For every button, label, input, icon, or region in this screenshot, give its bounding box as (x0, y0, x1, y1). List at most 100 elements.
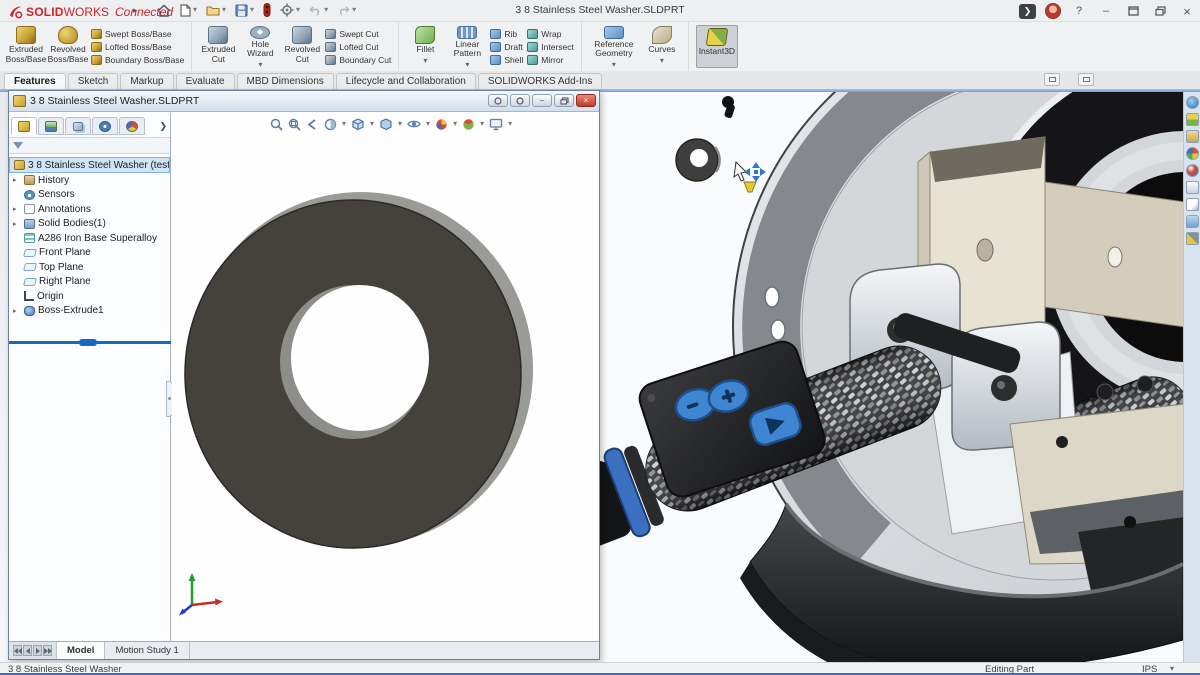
rollback-bar[interactable] (9, 341, 171, 344)
markup-tools-icon[interactable] (1186, 232, 1199, 245)
linear-pattern-button[interactable]: Linear Pattern▾ (446, 24, 488, 69)
menu-expand-arrow[interactable]: ▸ (133, 5, 138, 16)
tree-item-front-plane[interactable]: Front Plane (9, 246, 170, 261)
fillet-button[interactable]: Fillet▾ (404, 24, 446, 69)
new-document-button[interactable]: ▾ (178, 3, 199, 18)
prev-tab-button[interactable] (23, 645, 32, 656)
next-tab-button[interactable] (33, 645, 42, 656)
swept-cut-button[interactable]: Swept Cut (325, 27, 391, 40)
forum-icon[interactable] (1186, 215, 1199, 228)
panel-expand-arrow[interactable]: ❯ (159, 121, 167, 132)
tree-item-sensors[interactable]: Sensors (9, 188, 170, 203)
tab-features[interactable]: Features (4, 73, 66, 89)
tree-item-history[interactable]: ▸History (9, 173, 170, 188)
shell-button[interactable]: Shell (490, 53, 523, 66)
document-preview-icon[interactable] (1186, 198, 1199, 211)
doc-restore-button[interactable] (554, 94, 574, 107)
scenes-icon[interactable] (1186, 164, 1199, 177)
ribbon-option-button-2[interactable] (1078, 73, 1094, 86)
appearances-icon[interactable] (1186, 147, 1199, 160)
tab-markup[interactable]: Markup (120, 73, 173, 89)
lofted-boss-base-button[interactable]: Lofted Boss/Base (91, 40, 184, 53)
open-caret[interactable]: ▾ (222, 6, 226, 14)
tree-filter-row[interactable] (9, 137, 170, 154)
doc-prev-window-button[interactable] (488, 94, 508, 107)
lifecycle-status-button[interactable] (261, 2, 273, 18)
doc-minimize-button[interactable]: – (532, 94, 552, 107)
dimxpertmanager-tab[interactable] (92, 117, 118, 135)
expander-icon[interactable]: ▸ (13, 176, 21, 184)
doc-close-button[interactable]: × (576, 94, 596, 107)
extruded-cut-button[interactable]: Extruded Cut (197, 24, 239, 69)
new-document-caret[interactable]: ▾ (193, 6, 197, 14)
model-tab[interactable]: Model (57, 642, 105, 659)
reference-geometry-button[interactable]: Reference Geometry▾ (587, 24, 641, 69)
tree-item-top-plane[interactable]: Top Plane (9, 260, 170, 275)
tree-item-origin[interactable]: Origin (9, 289, 170, 304)
design-library-icon[interactable] (1186, 113, 1199, 126)
propertymanager-tab[interactable] (38, 117, 64, 135)
redo-button[interactable]: ▾ (335, 4, 358, 17)
linear-pattern-caret[interactable]: ▾ (465, 60, 469, 69)
configurationmanager-tab[interactable] (65, 117, 91, 135)
lofted-cut-button[interactable]: Lofted Cut (325, 40, 391, 53)
help-button[interactable]: ? (1070, 3, 1088, 19)
last-tab-button[interactable] (43, 645, 52, 656)
ribbon-option-button-1[interactable] (1044, 73, 1060, 86)
close-button[interactable]: × (1178, 3, 1196, 19)
doc-next-window-button[interactable] (510, 94, 530, 107)
tree-item-annotations[interactable]: ▸Annotations (9, 202, 170, 217)
mirror-button[interactable]: Mirror (527, 53, 574, 66)
expander-icon[interactable]: ▸ (13, 307, 21, 315)
extruded-boss-base-button[interactable]: Extruded Boss/Base (5, 24, 47, 69)
draft-button[interactable]: Draft (490, 40, 523, 53)
washer-model[interactable] (172, 113, 599, 641)
maximize-button[interactable] (1124, 3, 1142, 19)
tree-root-item[interactable]: 3 8 Stainless Steel Washer (test washer) (9, 157, 170, 173)
restore-button[interactable] (1151, 3, 1169, 19)
motion-study-tab[interactable]: Motion Study 1 (105, 642, 189, 659)
file-explorer-icon[interactable] (1186, 130, 1199, 143)
save-caret[interactable]: ▾ (250, 6, 254, 14)
options-button[interactable]: ▾ (278, 2, 302, 18)
tree-item-right-plane[interactable]: Right Plane (9, 275, 170, 290)
tab-mbd-dimensions[interactable]: MBD Dimensions (237, 73, 334, 89)
curves-caret[interactable]: ▾ (660, 56, 664, 65)
status-units-caret[interactable]: ▾ (1170, 664, 1174, 673)
revolved-cut-button[interactable]: Revolved Cut (281, 24, 323, 69)
expander-icon[interactable]: ▸ (13, 205, 21, 213)
featuremanager-tab[interactable] (11, 117, 37, 135)
minimize-button[interactable]: – (1097, 3, 1115, 19)
tree-item-boss-extrude1[interactable]: ▸Boss-Extrude1 (9, 304, 170, 319)
tab-evaluate[interactable]: Evaluate (176, 73, 235, 89)
open-button[interactable]: ▾ (204, 3, 228, 17)
tree-item-material[interactable]: A286 Iron Base Superalloy (9, 231, 170, 246)
options-caret[interactable]: ▾ (296, 6, 300, 14)
save-button[interactable]: ▾ (233, 3, 256, 18)
custom-properties-icon[interactable] (1186, 181, 1199, 194)
fillet-caret[interactable]: ▾ (423, 56, 427, 65)
boundary-cut-button[interactable]: Boundary Cut (325, 53, 391, 66)
3dexperience-icon[interactable] (1186, 96, 1199, 109)
hole-wizard-button[interactable]: Hole Wizard▾ (239, 24, 281, 69)
redo-caret[interactable]: ▾ (352, 6, 356, 14)
model-viewport[interactable]: ▾ ▾ ▾ ▾ ▾ ▾ ▾ (172, 113, 599, 641)
curves-button[interactable]: Curves▾ (641, 24, 683, 69)
tab-navigation-buttons[interactable] (9, 642, 57, 659)
user-avatar[interactable] (1045, 3, 1061, 19)
swept-boss-base-button[interactable]: Swept Boss/Base (91, 27, 184, 40)
rib-button[interactable]: Rib (490, 27, 523, 40)
reference-geometry-caret[interactable]: ▾ (612, 60, 616, 69)
home-button[interactable] (155, 3, 173, 18)
displaymanager-tab[interactable] (119, 117, 145, 135)
boundary-boss-base-button[interactable]: Boundary Boss/Base (91, 53, 184, 66)
command-pane-toggle[interactable]: ❯ (1019, 4, 1036, 19)
expander-icon[interactable]: ▸ (13, 220, 21, 228)
tree-item-solid-bodies[interactable]: ▸Solid Bodies(1) (9, 217, 170, 232)
tab-sketch[interactable]: Sketch (68, 73, 119, 89)
tab-solidworks-addins[interactable]: SOLIDWORKS Add-Ins (478, 73, 602, 89)
tab-lifecycle-collaboration[interactable]: Lifecycle and Collaboration (336, 73, 476, 89)
first-tab-button[interactable] (13, 645, 22, 656)
instant3d-button[interactable]: Instant3D (696, 25, 738, 68)
hole-wizard-caret[interactable]: ▾ (258, 60, 262, 69)
